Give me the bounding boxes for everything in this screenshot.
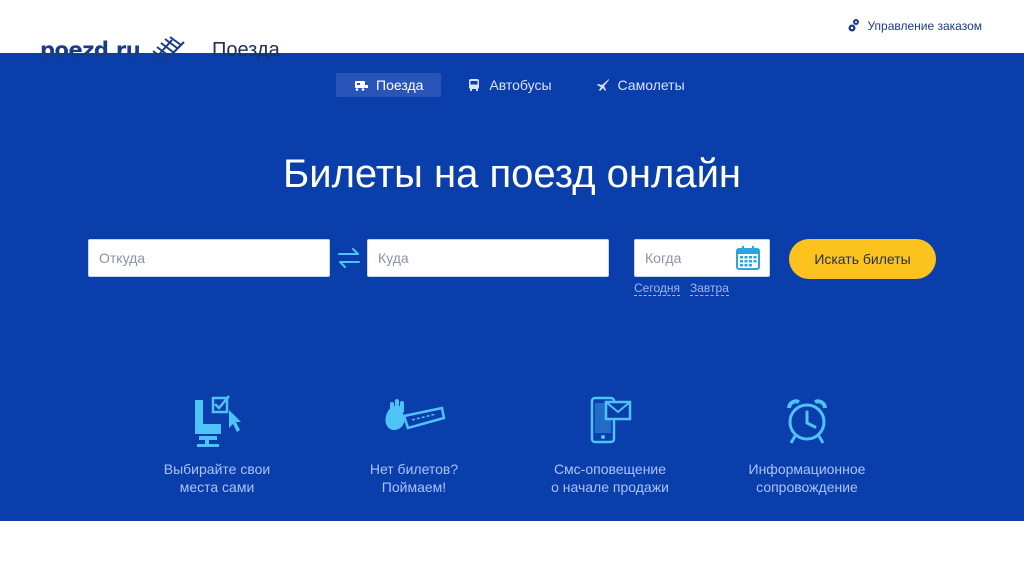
to-input[interactable] — [367, 239, 609, 277]
page: poezd.ru Поезда Управление заказом Поезд… — [0, 0, 1024, 576]
tab-trains-label: Поезда — [376, 77, 424, 93]
gears-icon — [848, 19, 860, 32]
site-logo[interactable]: poezd.ru — [40, 36, 188, 64]
feature-info-support: Информационное сопровождение — [707, 394, 907, 496]
calendar-icon[interactable] — [736, 246, 760, 270]
catch-ticket-icon — [385, 399, 446, 430]
logo-text: poezd.ru — [40, 38, 141, 62]
from-input[interactable] — [88, 239, 330, 277]
feature-seat-select: Выбирайте свои места сами — [117, 394, 317, 496]
seat-select-icon — [195, 395, 241, 447]
manage-order-label: Управление заказом — [867, 18, 982, 33]
tab-planes[interactable]: Самолеты — [578, 73, 703, 97]
rails-icon — [152, 36, 185, 63]
search-tickets-button[interactable]: Искать билеты — [789, 239, 936, 279]
tab-trains[interactable]: Поезда — [336, 73, 442, 97]
section-title: Поезда — [212, 39, 280, 61]
train-icon — [355, 81, 368, 91]
swap-icon[interactable] — [336, 247, 362, 269]
quick-date-tomorrow[interactable]: Завтра — [690, 281, 729, 296]
plane-icon — [596, 79, 609, 91]
bus-icon — [469, 79, 480, 91]
transport-tabs: Поезда Автобусы Самолеты — [336, 73, 703, 97]
alarm-clock-icon — [787, 399, 827, 444]
page-headline: Билеты на поезд онлайн — [282, 152, 742, 196]
tab-buses[interactable]: Автобусы — [449, 73, 569, 97]
feature-catch-ticket-text: Нет билетов? Поймаем! — [369, 461, 459, 495]
feature-seat-select-text: Выбирайте свои места сами — [163, 461, 271, 495]
manage-order-link[interactable]: Управление заказом — [848, 18, 982, 33]
feature-info-support-text: Информационное сопровождение — [748, 461, 866, 495]
tab-planes-label: Самолеты — [617, 77, 685, 93]
tab-buses-label: Автобусы — [489, 77, 552, 93]
feature-catch-ticket: Нет билетов? Поймаем! — [314, 394, 514, 496]
feature-sms-alert-text: Смс-оповещение о начале продажи — [551, 461, 669, 495]
feature-sms-alert: Смс-оповещение о начале продажи — [510, 394, 710, 496]
phone-sms-icon — [590, 396, 632, 444]
quick-date-today[interactable]: Сегодня — [634, 281, 680, 296]
